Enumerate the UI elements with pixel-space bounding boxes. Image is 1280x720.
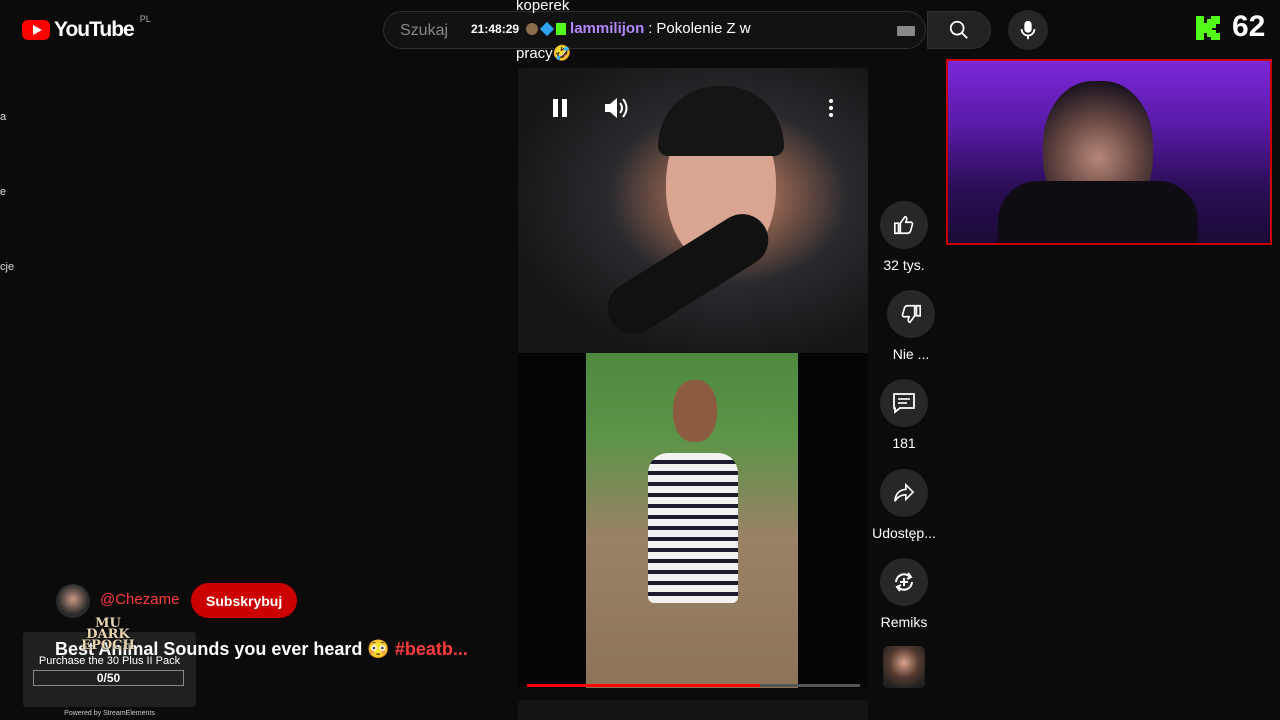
channel-avatar[interactable] [56, 584, 90, 618]
sidebar-fragment[interactable]: a [0, 111, 6, 123]
short-video-player[interactable] [518, 68, 868, 688]
channel-handle[interactable]: @Chezame [100, 591, 179, 608]
chat-badge-icon [526, 22, 539, 35]
dislike-button[interactable] [887, 290, 935, 338]
country-code: PL [139, 14, 151, 24]
dislike-label: Nie ... [892, 346, 930, 362]
like-action: 32 tys. [864, 201, 944, 273]
pause-icon[interactable] [551, 98, 569, 118]
subscribe-button[interactable]: Subskrybuj [191, 583, 298, 618]
volume-icon[interactable] [603, 96, 631, 120]
streamer-webcam [946, 59, 1272, 245]
video-letterbox-right [798, 353, 868, 688]
voice-search-button[interactable] [1008, 10, 1048, 50]
sidebar-fragment[interactable]: e [0, 186, 6, 198]
chat-message: 21:48:29 lammilijon: Pokolenie Z w [471, 20, 751, 37]
chat-text-continued: pracy🤣 [516, 45, 572, 62]
comments-action: 181 [864, 379, 944, 451]
thumbs-up-icon [894, 215, 914, 235]
remix-action: Remiks [864, 558, 944, 630]
remix-label: Remiks [880, 614, 928, 630]
like-button[interactable] [880, 201, 928, 249]
clip-person-head [673, 380, 717, 442]
dark-epoch-logo: MU DARK EPOCH [58, 617, 158, 653]
chat-timestamp: 21:48:29 [471, 21, 520, 36]
share-label: Udostęp... [872, 525, 936, 541]
search-placeholder: Szukaj [400, 22, 449, 39]
share-button[interactable] [880, 469, 928, 517]
webcam-person-body [998, 181, 1198, 243]
promo-powered-by: Powered by StreamElements [64, 710, 155, 717]
search-button[interactable] [927, 11, 991, 49]
comment-icon [893, 393, 915, 414]
keyboard-icon[interactable] [897, 26, 915, 36]
sidebar-fragment[interactable]: cje [0, 261, 14, 273]
youtube-logo-text: YouTube [54, 18, 135, 41]
chat-text: Pokolenie Z w [656, 20, 751, 37]
youtube-logo[interactable]: YouTube PL [22, 14, 151, 42]
viewer-count: 62 [1232, 10, 1266, 43]
more-options-icon[interactable] [828, 98, 834, 118]
remix-icon [895, 572, 913, 592]
chat-username: lammilijon [570, 20, 645, 37]
share-icon [894, 483, 915, 502]
chat-colon: : [648, 20, 653, 37]
video-hashtag[interactable]: #beatb... [395, 639, 468, 659]
clip-person-shirt [648, 453, 738, 603]
kick-logo-icon [1196, 16, 1220, 40]
comments-button[interactable] [880, 379, 928, 427]
promo-progress: 0/50 [33, 670, 184, 686]
channel-thumbnail[interactable] [883, 646, 925, 688]
comment-count: 181 [892, 435, 916, 451]
video-letterbox-left [518, 353, 586, 688]
chat-cube-icon [539, 21, 555, 36]
promo-text: Purchase the 30 Plus II Pack [38, 655, 181, 667]
chat-previous-message: koperek [516, 0, 570, 14]
remix-button[interactable] [880, 558, 928, 606]
dislike-action: Nie ... [871, 290, 951, 362]
video-progress-fill [527, 684, 761, 687]
next-short-preview[interactable] [518, 700, 868, 720]
kick-badge-icon [556, 22, 567, 35]
thumbs-down-icon [901, 304, 921, 324]
microphone-icon [1020, 20, 1036, 40]
search-icon [949, 20, 968, 39]
share-action: Udostęp... [864, 469, 944, 541]
promo-logo-line2: DARK EPOCH [81, 627, 135, 653]
like-count: 32 tys. [883, 257, 925, 273]
youtube-play-icon [22, 20, 50, 40]
